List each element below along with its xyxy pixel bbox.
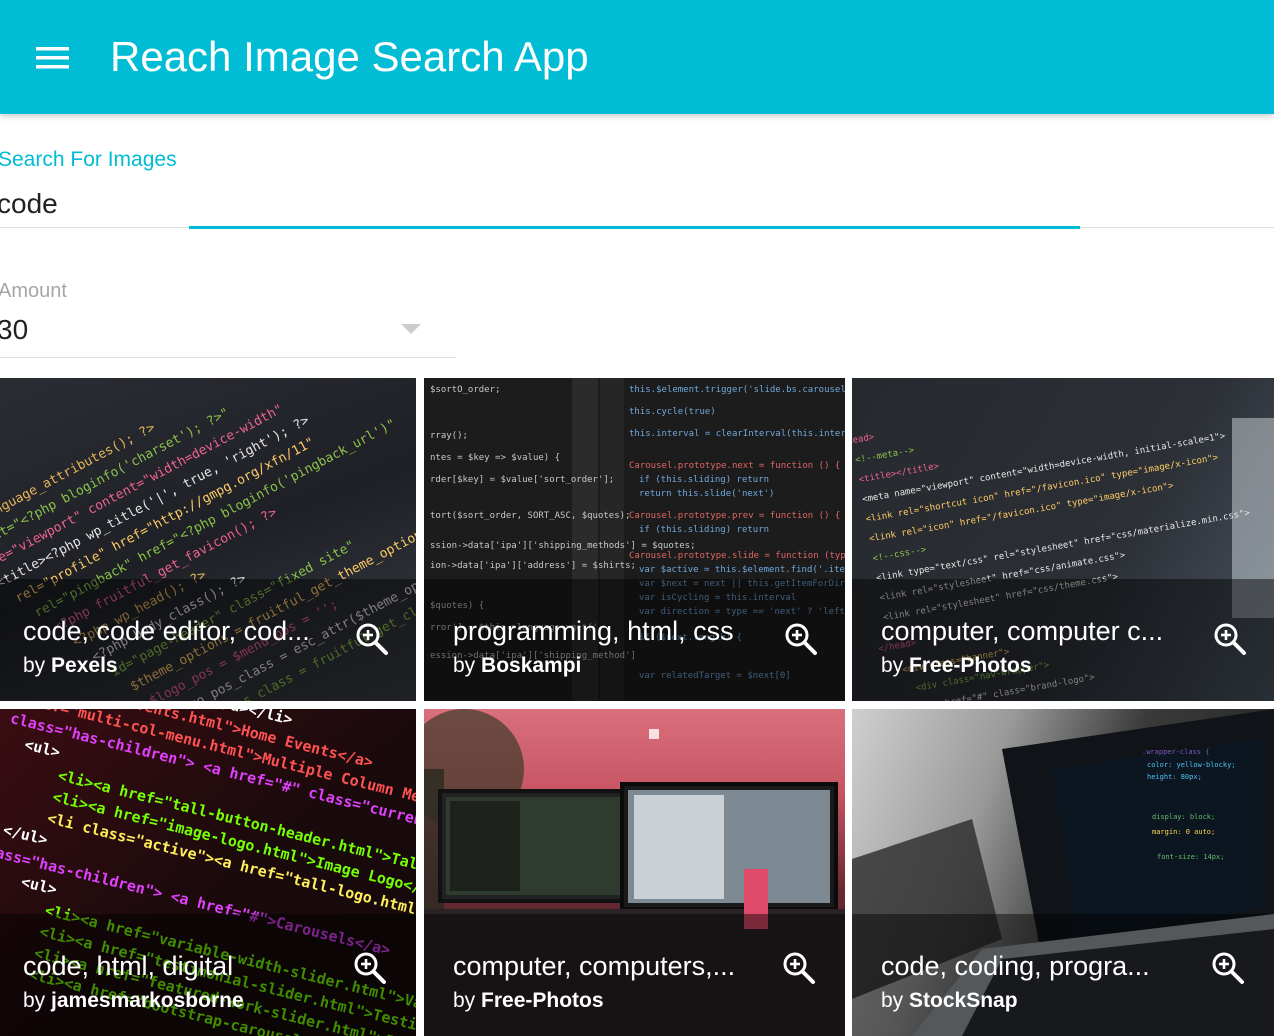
menu-icon — [36, 47, 69, 69]
author-name: Pexels — [51, 654, 118, 677]
svg-text:<ul>: <ul> — [19, 873, 58, 899]
svg-text:var $active = this.$element.fi: var $active = this.$element.find('.item.… — [639, 565, 845, 575]
zoom-in-icon[interactable] — [781, 950, 817, 986]
amount-underline — [0, 357, 456, 358]
zoom-in-icon[interactable] — [783, 621, 819, 657]
svg-text:rder[$key] = $value['sort_orde: rder[$key] = $value['sort_order']; — [430, 475, 614, 485]
amount-value[interactable]: 30 — [0, 314, 28, 346]
svg-text:this.cycle(true): this.cycle(true) — [629, 407, 716, 417]
svg-text:</ul>: </ul> — [1, 821, 49, 849]
svg-text:Carousel.prototype.slide = fun: Carousel.prototype.slide = function (typ… — [629, 551, 845, 561]
svg-text:<ul>: <ul> — [23, 735, 62, 761]
image-tile[interactable]: $sortO_order; rray(); ntes = $key => $va… — [424, 378, 845, 701]
author-name: Boskampi — [481, 654, 582, 677]
svg-text:.wrapper-class {: .wrapper-class { — [1142, 748, 1209, 756]
tile-title: code, coding, progra... — [881, 951, 1150, 981]
author-prefix: by — [453, 654, 476, 677]
svg-text:ntes = $key => $value) {: ntes = $key => $value) { — [430, 453, 560, 463]
tile-author: by Free-Photos — [453, 988, 604, 1014]
svg-text:tort($sort_order, SORT_ASC, $q: tort($sort_order, SORT_ASC, $quotes); — [430, 511, 630, 521]
dropdown-arrow-icon[interactable] — [401, 324, 421, 334]
tile-author: by Boskampi — [453, 653, 581, 679]
tile-title: programming, html, css — [453, 616, 734, 646]
author-prefix: by — [23, 989, 46, 1012]
svg-text:ion->data['ipa']['address'] =: ion->data['ipa']['address'] = $shirts; — [430, 561, 636, 571]
image-tile[interactable]: .wrapper-class { color: yellow-blocky; h… — [852, 709, 1274, 1036]
zoom-in-icon[interactable] — [352, 950, 388, 986]
author-name: Free-Photos — [909, 654, 1032, 677]
menu-button[interactable] — [22, 34, 82, 82]
image-tile[interactable]: <?php language_attributes(); ?> charset=… — [0, 378, 416, 701]
svg-text:return this.slide('next'): return this.slide('next') — [639, 489, 774, 499]
tile-title: code, html, digital — [23, 951, 234, 981]
search-label: Search For Images — [0, 148, 177, 171]
svg-text:if (this.sliding) return: if (this.sliding) return — [639, 475, 769, 485]
search-input[interactable] — [0, 184, 1057, 224]
svg-text:height: 80px;: height: 80px; — [1147, 773, 1202, 781]
svg-text:<title></title>: <title></title> — [858, 461, 940, 485]
zoom-in-icon[interactable] — [1210, 950, 1246, 986]
svg-text:$sortO_order;: $sortO_order; — [430, 385, 500, 395]
author-prefix: by — [881, 989, 904, 1012]
author-prefix: by — [23, 654, 46, 677]
svg-text:font-size: 14px;: font-size: 14px; — [1157, 853, 1224, 861]
tile-title: computer, computers,... — [453, 951, 736, 981]
svg-text:<head>: <head> — [852, 432, 876, 448]
svg-text:margin: 0 auto;: margin: 0 auto; — [1152, 828, 1215, 836]
svg-text:<link type="text/css" rel="sty: <link type="text/css" rel="stylesheet" h… — [875, 508, 1251, 584]
tile-author: by Pexels — [23, 653, 118, 679]
svg-text:rray();: rray(); — [430, 431, 468, 441]
svg-text:this.$element.trigger('slide.b: this.$element.trigger('slide.bs.carousel… — [629, 385, 845, 395]
search-focus-indicator — [189, 226, 1080, 229]
svg-text:<!--meta-->: <!--meta--> — [855, 445, 916, 465]
author-name: StockSnap — [909, 989, 1018, 1012]
author-name: jamesmarkosborne — [51, 989, 244, 1012]
app-bar: Reach Image Search App — [0, 0, 1274, 114]
author-prefix: by — [453, 989, 476, 1012]
tile-author: by Free-Photos — [881, 653, 1032, 679]
svg-text:<!--css-->: <!--css--> — [872, 545, 928, 564]
image-tile[interactable]: <head> <!--meta--> <title></title> <meta… — [852, 378, 1274, 701]
zoom-in-icon[interactable] — [1212, 621, 1248, 657]
svg-text:Carousel.prototype.next = func: Carousel.prototype.next = function () { — [629, 461, 840, 471]
zoom-in-icon[interactable] — [354, 621, 390, 657]
app-title: Reach Image Search App — [110, 33, 589, 80]
image-tile[interactable]: computer, computers,... by Free-Photos — [424, 709, 845, 1036]
svg-text:color: yellow-blocky;: color: yellow-blocky; — [1147, 761, 1236, 769]
svg-text:display: block;: display: block; — [1152, 813, 1215, 821]
tile-title: computer, computer c... — [881, 616, 1164, 646]
tile-title: code, code editor, cod... — [23, 616, 310, 646]
search-field: Search For Images — [0, 140, 1274, 232]
tile-author: by StockSnap — [881, 988, 1018, 1014]
svg-text:ssion->data['ipa']['shipping_m: ssion->data['ipa']['shipping_methods'] =… — [430, 541, 696, 551]
amount-label: Amount — [0, 280, 67, 302]
tile-author: by jamesmarkosborne — [23, 988, 244, 1014]
image-tile[interactable]: ="index.html">Home</a></li> href="home-e… — [0, 709, 416, 1036]
svg-text:this.interval = clearInterval(: this.interval = clearInterval(this.inter… — [629, 429, 845, 439]
svg-text:if (this.sliding) return: if (this.sliding) return — [639, 525, 769, 535]
author-prefix: by — [881, 654, 904, 677]
amount-select[interactable]: Amount 30 — [0, 272, 456, 362]
svg-text:Carousel.prototype.prev = func: Carousel.prototype.prev = function () { — [629, 511, 840, 521]
author-name: Free-Photos — [481, 989, 604, 1012]
